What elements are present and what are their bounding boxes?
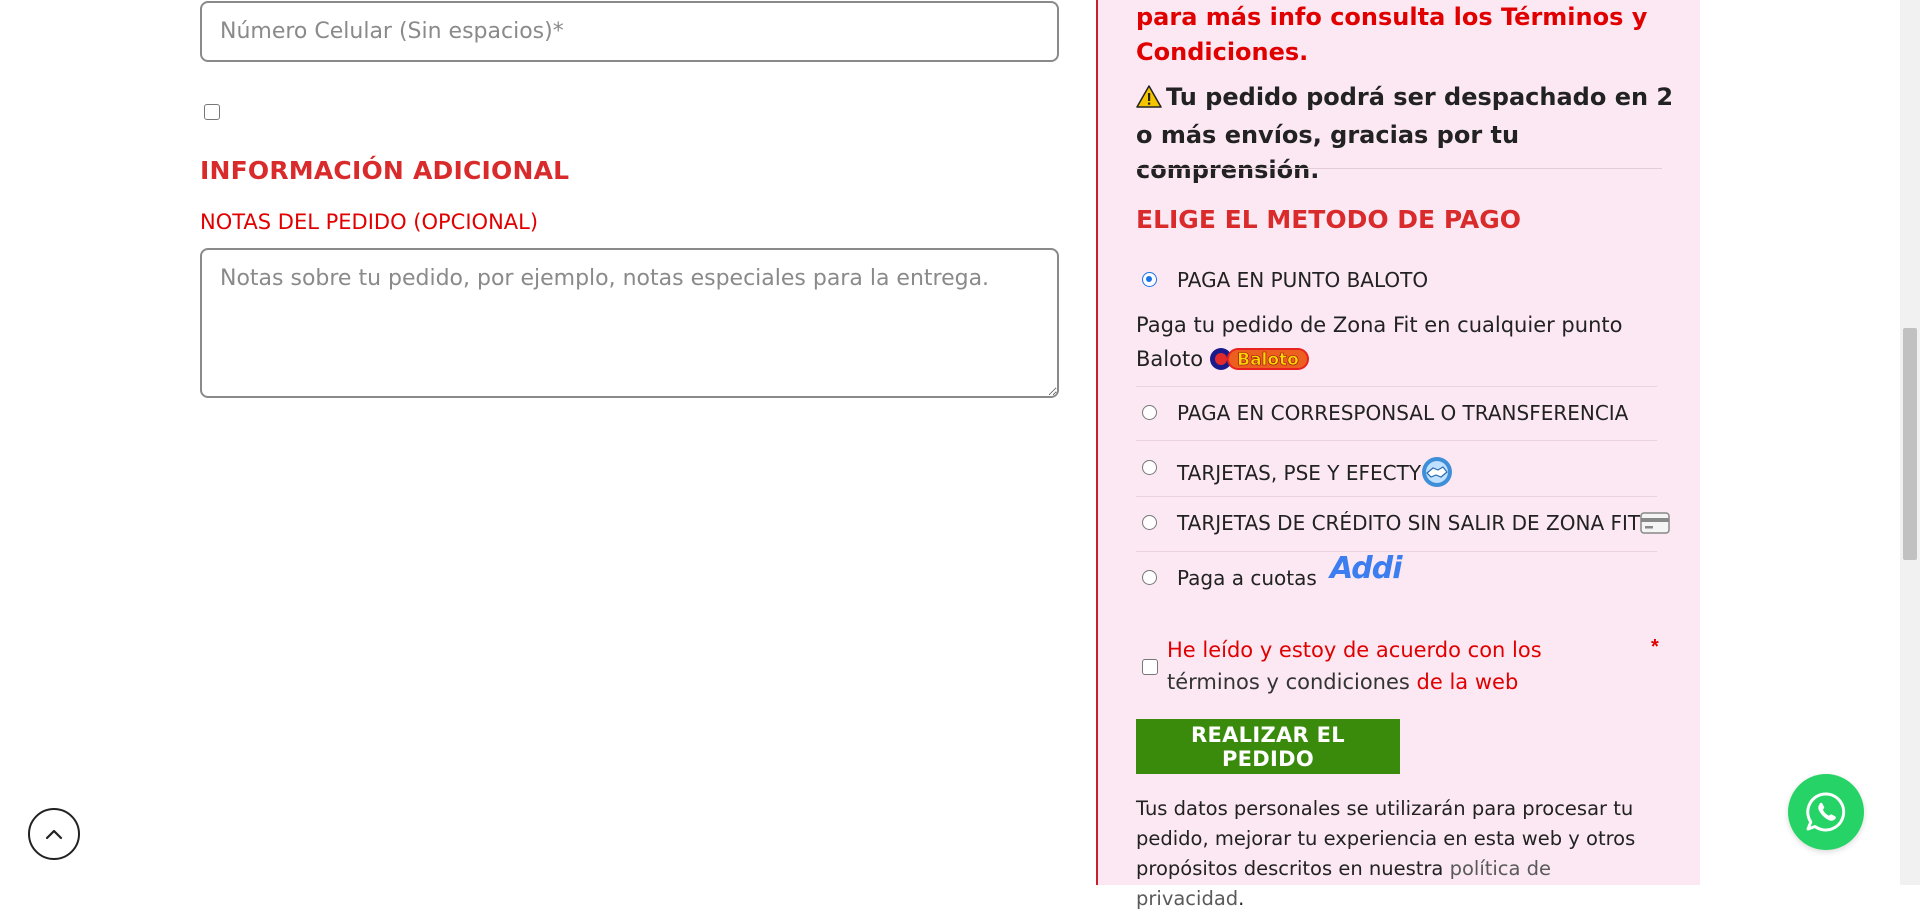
additional-info-heading: INFORMACIÓN ADICIONAL bbox=[200, 156, 570, 185]
payment-radio-credit[interactable] bbox=[1142, 515, 1157, 530]
chevron-up-icon bbox=[45, 829, 63, 840]
scroll-to-top-button[interactable] bbox=[28, 808, 80, 860]
option-separator bbox=[1136, 440, 1657, 441]
payment-radio-baloto[interactable] bbox=[1142, 272, 1157, 287]
addi-logo: Addi bbox=[1330, 551, 1403, 586]
payment-label-addi[interactable]: Paga a cuotas bbox=[1177, 566, 1317, 590]
payment-label-cards-pse-text: TARJETAS, PSE Y EFECTY bbox=[1177, 461, 1422, 485]
option-separator bbox=[1136, 386, 1657, 387]
phone-input[interactable] bbox=[200, 1, 1059, 62]
divider bbox=[1136, 168, 1662, 169]
payment-method-heading: ELIGE EL METODO DE PAGO bbox=[1136, 205, 1521, 234]
terms-info-note: para más info consulta los Términos y Co… bbox=[1136, 3, 1648, 66]
handshake-icon bbox=[1422, 457, 1453, 487]
whatsapp-button[interactable] bbox=[1788, 774, 1864, 850]
terms-text-part1: He leído y estoy de acuerdo con los bbox=[1167, 638, 1542, 662]
baloto-description: Paga tu pedido de Zona Fit en cualquier … bbox=[1136, 308, 1636, 376]
warning-icon bbox=[1136, 83, 1162, 118]
whatsapp-icon bbox=[1806, 792, 1846, 832]
payment-label-baloto[interactable]: PAGA EN PUNTO BALOTO bbox=[1177, 268, 1428, 292]
baloto-logo: Baloto bbox=[1209, 344, 1311, 372]
terms-text-part2: de la web bbox=[1416, 670, 1519, 694]
shipping-note: Tu pedido podrá ser despachado en 2 o má… bbox=[1136, 80, 1676, 188]
ship-different-checkbox[interactable] bbox=[204, 104, 220, 120]
scrollbar-thumb[interactable] bbox=[1903, 328, 1917, 560]
terms-checkbox[interactable] bbox=[1142, 659, 1158, 675]
terms-acceptance-text: He leído y estoy de acuerdo con los térm… bbox=[1167, 634, 1637, 698]
baloto-logo-text: Baloto bbox=[1237, 350, 1299, 370]
privacy-notice: Tus datos personales se utilizarán para … bbox=[1136, 794, 1656, 914]
payment-radio-addi[interactable] bbox=[1142, 570, 1157, 585]
payment-label-transfer[interactable]: PAGA EN CORRESPONSAL O TRANSFERENCIA bbox=[1177, 401, 1628, 425]
order-notes-label: NOTAS DEL PEDIDO (OPCIONAL) bbox=[200, 210, 539, 234]
place-order-button[interactable]: REALIZAR EL PEDIDO bbox=[1136, 719, 1400, 774]
option-separator bbox=[1136, 496, 1657, 497]
credit-card-icon bbox=[1640, 512, 1670, 534]
payment-label-credit[interactable]: TARJETAS DE CRÉDITO SIN SALIR DE ZONA FI… bbox=[1177, 511, 1670, 535]
payment-radio-transfer[interactable] bbox=[1142, 405, 1157, 420]
terms-link[interactable]: términos y condiciones bbox=[1167, 670, 1410, 694]
payment-label-credit-text: TARJETAS DE CRÉDITO SIN SALIR DE ZONA FI… bbox=[1177, 511, 1641, 535]
required-mark: * bbox=[1651, 636, 1659, 658]
payment-radio-cards-pse[interactable] bbox=[1142, 460, 1157, 475]
privacy-end: . bbox=[1238, 887, 1245, 910]
order-notes-textarea[interactable] bbox=[200, 248, 1059, 398]
payment-label-cards-pse[interactable]: TARJETAS, PSE Y EFECTY bbox=[1177, 456, 1453, 488]
privacy-text: Tus datos personales se utilizarán para … bbox=[1136, 797, 1636, 880]
